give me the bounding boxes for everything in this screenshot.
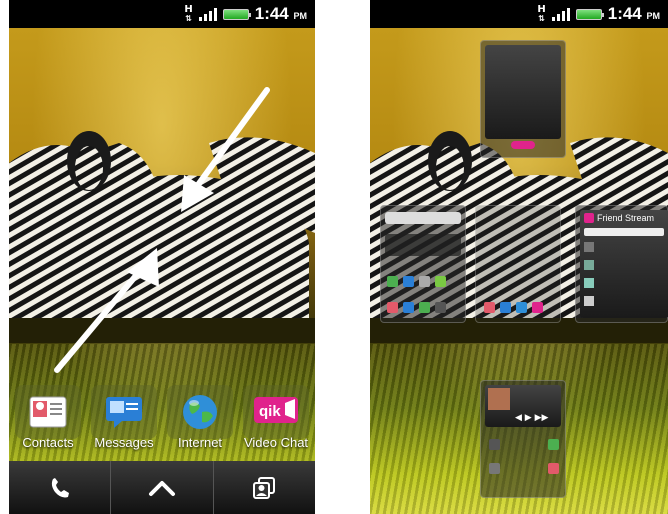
home-screen-leap-view: H ⇅ 1:44 PM Friend Stream ◀ ▶ ▶▶ <box>370 0 668 514</box>
mini-app-row <box>489 439 559 450</box>
panel-thumbnail-music[interactable]: ◀ ▶ ▶▶ <box>480 380 566 498</box>
all-apps-button[interactable] <box>111 461 214 514</box>
bottom-dock <box>9 461 315 514</box>
network-indicator: H ⇅ <box>537 4 546 24</box>
widget-preview <box>385 234 461 256</box>
app-label: Messages <box>94 435 154 450</box>
signal-icon <box>551 7 570 21</box>
chevron-up-icon <box>148 480 175 496</box>
panel-thumbnail-left[interactable] <box>380 205 466 323</box>
phone-button[interactable] <box>9 461 112 514</box>
music-widget-preview: ◀ ▶ ▶▶ <box>485 385 561 427</box>
internet-globe-icon <box>183 395 217 429</box>
friend-stream-icon <box>584 213 594 223</box>
album-art <box>488 388 510 410</box>
friend-stream-title: Friend Stream <box>597 213 655 223</box>
mini-icon <box>511 141 535 149</box>
app-shortcut-row: Contacts Messages Internet qik Video Cha… <box>9 385 315 457</box>
app-internet[interactable]: Internet <box>163 385 237 457</box>
battery-icon <box>575 8 604 20</box>
playback-controls-icon: ◀ ▶ ▶▶ <box>515 413 549 423</box>
app-contacts[interactable]: Contacts <box>11 385 85 457</box>
personalize-button[interactable] <box>214 461 315 514</box>
app-video-chat[interactable]: qik Video Chat <box>239 385 313 457</box>
panel-thumbnail-mail[interactable] <box>480 40 566 158</box>
mail-widget-preview <box>485 45 561 139</box>
mini-app-row <box>387 276 446 287</box>
mini-app-row <box>484 302 543 313</box>
search-bar-preview <box>385 212 461 224</box>
mini-app-row <box>387 302 446 313</box>
panel-thumbnail-friend-stream[interactable]: Friend Stream <box>575 205 668 323</box>
friend-stream-widget: Friend Stream <box>580 210 668 318</box>
contacts-icon <box>29 396 67 428</box>
personalize-icon <box>253 476 276 499</box>
app-label: Internet <box>177 435 223 450</box>
app-messages[interactable]: Messages <box>87 385 161 457</box>
app-label: Contacts <box>22 435 74 450</box>
panel-thumbnail-center[interactable] <box>475 205 561 323</box>
mini-app-row <box>489 463 559 474</box>
svg-text:qik: qik <box>259 403 281 420</box>
status-input-preview <box>584 228 664 236</box>
messages-icon <box>106 397 142 428</box>
phone-icon <box>51 477 69 497</box>
clock: 1:44 PM <box>607 4 660 23</box>
app-label: Video Chat <box>243 435 309 450</box>
qik-video-chat-icon: qik <box>254 397 298 423</box>
home-screen-left: H ⇅ 1:44 PM Contacts Messages Internet q… <box>9 0 315 514</box>
status-bar: H ⇅ 1:44 PM <box>370 0 668 28</box>
